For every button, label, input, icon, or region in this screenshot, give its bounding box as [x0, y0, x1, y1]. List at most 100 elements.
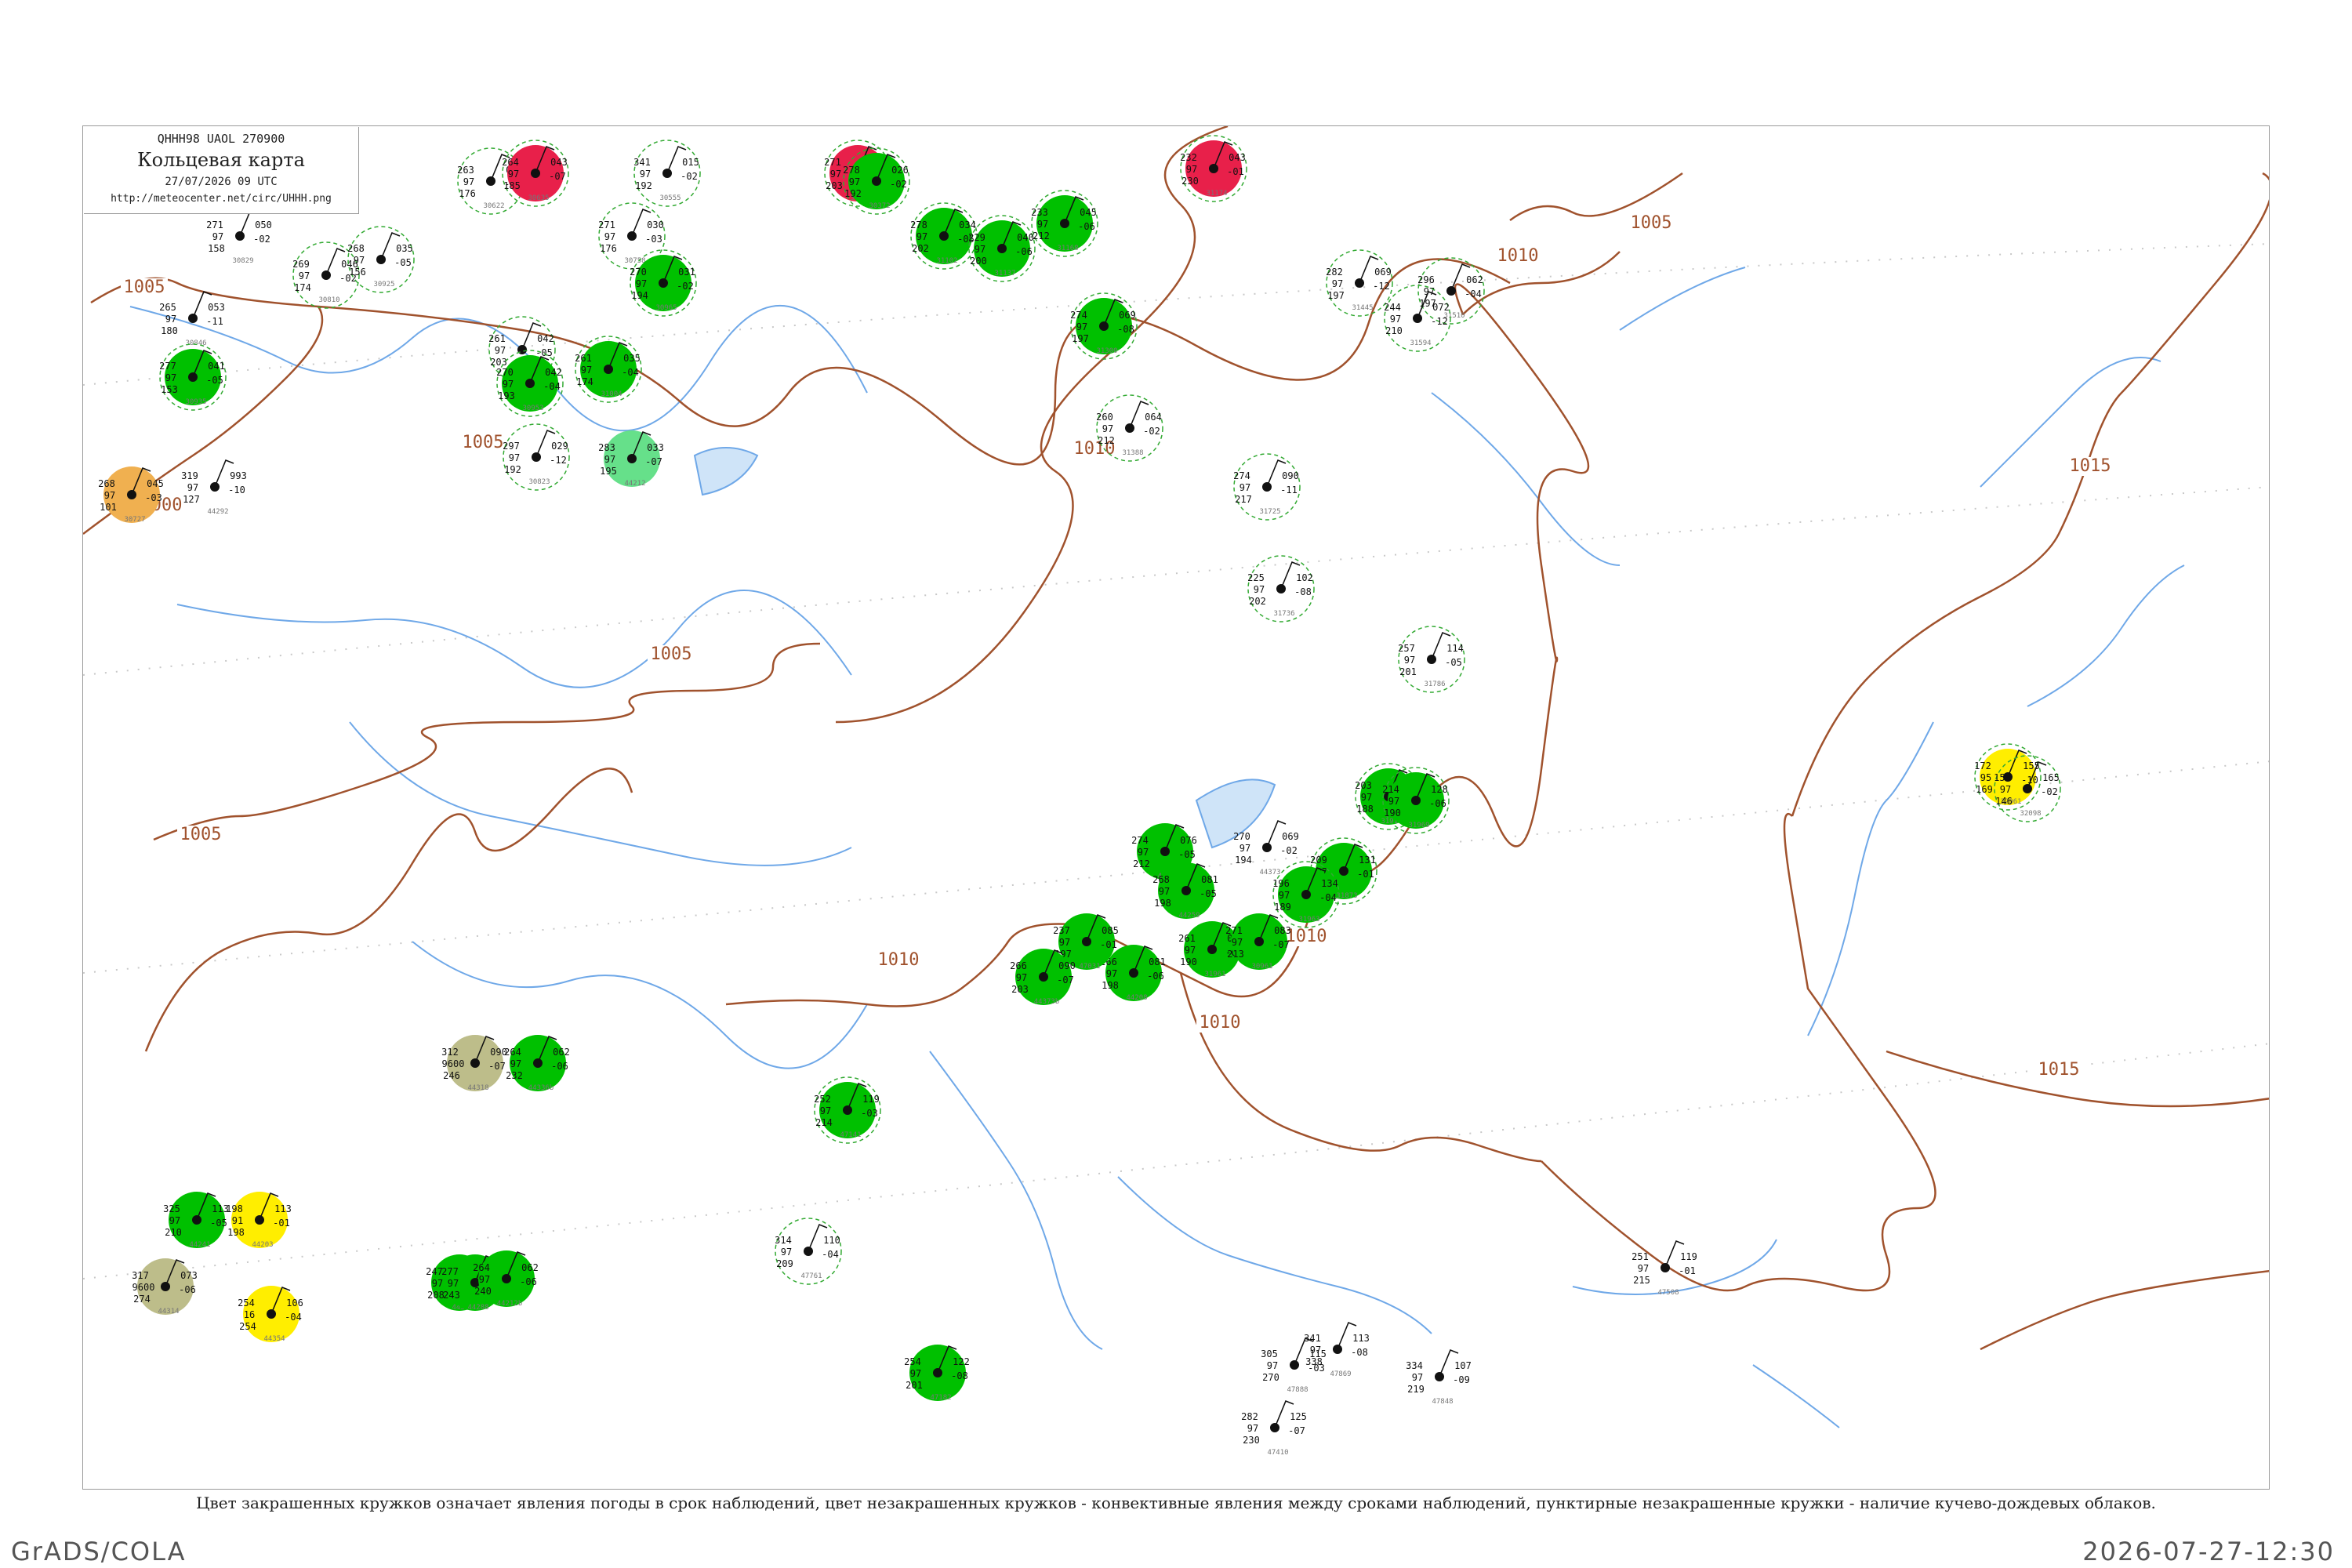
source-url[interactable]: http://meteocenter.net/circ/UHHH.png — [84, 193, 358, 205]
station-dewpoint: 192 — [635, 180, 652, 191]
station-visibility: 97 — [479, 1274, 490, 1285]
station-31736[interactable]: 225 102 97 -08 202 31736 — [1247, 555, 1315, 622]
station-44241[interactable]: 325 113 97 -05 210 44241 — [163, 1192, 229, 1249]
station-30823[interactable]: 297 029 97 -12 192 30823 — [503, 423, 570, 491]
station-pressure: 034 — [959, 220, 976, 230]
station-temp: 268 — [1152, 874, 1170, 885]
station-id: 31004 — [601, 390, 622, 398]
station-visibility: 97 — [1059, 937, 1070, 948]
station-id: 30965 — [655, 304, 677, 312]
station-id: 31594 — [1410, 339, 1431, 347]
station-tendency: -11 — [206, 316, 223, 327]
station-dewpoint: 212 — [1133, 858, 1150, 869]
station-id: 47761 — [800, 1272, 822, 1280]
station-id: 32098 — [2020, 810, 2041, 818]
station-visibility: 97 — [1240, 482, 1250, 493]
stations: 271 05097 -0215830829 269 04697 -021743081026… — [98, 135, 2061, 1457]
station-temp: 270 — [630, 267, 647, 278]
station-dewpoint: 153 — [161, 384, 178, 395]
station-pressure: 042 — [537, 333, 554, 344]
station-visibility: 97 — [1267, 1360, 1278, 1371]
station-pressure: 134 — [1321, 878, 1338, 889]
isobar-label: 1015 — [2070, 456, 2111, 476]
station-31137[interactable]: 229 040 97 -06 200 31137 — [968, 215, 1036, 282]
station-pressure: 113 — [212, 1203, 229, 1214]
station-visibility: 97 — [1638, 1263, 1649, 1274]
station-44292[interactable]: 319 993 97 -10 127 44292 — [181, 459, 247, 516]
station-30846[interactable]: 265 05397 -1118030846 — [159, 290, 225, 347]
station-31594[interactable]: 244 072 97 -12 210 31594 — [1384, 285, 1451, 352]
station-temp: 237 — [1053, 925, 1070, 936]
station-tendency: -05 — [1445, 657, 1462, 668]
station-temp: 266 — [1010, 960, 1027, 971]
station-pressure: 165 — [2042, 772, 2060, 783]
station-temp: 209 — [1310, 855, 1327, 866]
station-dewpoint: 230 — [1181, 176, 1199, 187]
station-31102[interactable]: 278 03497 -0520231102 — [910, 202, 978, 270]
station-31300[interactable]: 274 069 97 -08 197 31300 — [1070, 292, 1138, 360]
station-temp: 296 — [1417, 274, 1435, 285]
station-tendency: -06 — [1078, 221, 1095, 232]
station-pressure: 090 — [1058, 960, 1076, 971]
station-31725[interactable]: 274 090 97 -11 217 31725 — [1233, 453, 1301, 521]
station-30925[interactable]: 268 035 97 -05 156 30925 — [347, 226, 415, 293]
station-31388[interactable]: 260 064 97 -02 212 31388 — [1096, 394, 1163, 462]
station-id: 31174 — [1206, 190, 1227, 198]
station-visibility: 97 — [1037, 219, 1048, 230]
station-dewpoint: 210 — [1385, 325, 1403, 336]
station-id: 31102 — [936, 257, 957, 265]
station-44212[interactable]: 283 033 97 -07 195 44212 — [598, 430, 664, 488]
station-44203[interactable]: 198 11391 -0119844203 — [226, 1192, 292, 1249]
station-47848[interactable]: 334 107 97 -09 219 47848 — [1406, 1348, 1472, 1406]
station-tendency: -02 — [253, 234, 270, 245]
station-30935[interactable]: 277 041 97 -05 153 30935 — [159, 343, 227, 411]
station-44314[interactable]: 317 073 9600 -06 274 44314 — [132, 1258, 198, 1316]
station-visibility: 97 — [1332, 278, 1343, 289]
station-visibility: 97 — [165, 372, 176, 383]
station-temp: 282 — [1326, 267, 1343, 278]
station-31510[interactable]: 296 06297 -0419731510 — [1417, 257, 1485, 325]
station-31174[interactable]: 232 043 97 -01 230 31174 — [1180, 135, 1247, 202]
station-31004[interactable]: 261 035 97 -04 174 31004 — [575, 336, 642, 403]
station-tendency: -09 — [1453, 1374, 1470, 1385]
station-id: 31961 — [1204, 971, 1225, 978]
station-47141[interactable]: 252 119 97 -03 214 47141 — [814, 1076, 881, 1144]
map-frame[interactable]: 1005 1000 1005 1005 1005 1010 1010 1005 1010 1010… — [82, 125, 2270, 1490]
station-tendency: -03 — [861, 1108, 878, 1119]
station-pressure: 015 — [682, 157, 699, 168]
station-dewpoint: 230 — [1243, 1435, 1260, 1446]
station-30953[interactable]: 270 042 97 -04 193 30953 — [496, 350, 564, 417]
station-tendency: -04 — [622, 367, 639, 378]
station-30372[interactable]: 278 026 97 -02 192 30372 — [843, 147, 910, 215]
station-pressure: 113 — [274, 1203, 292, 1214]
station-temp: 203 — [1355, 780, 1372, 791]
station-31445[interactable]: 282 069 97 -12 197 31445 — [1326, 249, 1393, 317]
station-visibility: 97 — [104, 490, 115, 501]
isobar-label: 1005 — [124, 278, 165, 297]
station-tendency: -07 — [645, 456, 662, 467]
station-30965[interactable]: 270 031 97 -02 194 30965 — [630, 249, 697, 317]
station-31786[interactable]: 257 114 97 -05 201 31786 — [1398, 626, 1465, 693]
station-44354[interactable]: 254 106 16 -04 254 44354 — [238, 1286, 303, 1343]
station-44336b[interactable]: 264 062 97 -06 232 44336b — [504, 1035, 570, 1092]
station-tendency: -06 — [1015, 246, 1033, 257]
station-pressure: 043 — [550, 157, 568, 168]
station-47182[interactable]: 254 122 97 -08 201 47182 — [904, 1345, 970, 1402]
station-47410[interactable]: 282 125 97 -07 230 47410 — [1241, 1399, 1307, 1457]
station-30829[interactable]: 271 050 97 -02 158 30829 — [206, 208, 272, 265]
station-id: 47182 — [930, 1394, 951, 1402]
station-temp: 264 — [473, 1262, 490, 1273]
station-31168[interactable]: 233 045 97 -06 212 31168 — [1031, 190, 1098, 257]
station-dewpoint: 209 — [776, 1258, 793, 1269]
station-30555[interactable]: 341 015 97 -02 192 30555 — [633, 140, 701, 207]
generated-timestamp: 2026-07-27-12:30 — [2082, 1537, 2335, 1566]
station-47761[interactable]: 314 110 97 -04 209 47761 — [775, 1218, 842, 1285]
station-31969[interactable]: 214 128 97 -06 190 31969 — [1382, 767, 1450, 834]
station-temp: 214 — [1382, 784, 1399, 795]
station-tendency: -04 — [543, 381, 561, 392]
station-tendency: -03 — [645, 234, 662, 245]
station-30635[interactable]: 264 043 97 -07 185 30635 — [502, 140, 569, 207]
station-44318[interactable]: 312 0909600 -0724644318 — [441, 1035, 507, 1092]
station-tendency: -05 — [206, 375, 223, 386]
station-pressure: 062 — [521, 1262, 539, 1273]
